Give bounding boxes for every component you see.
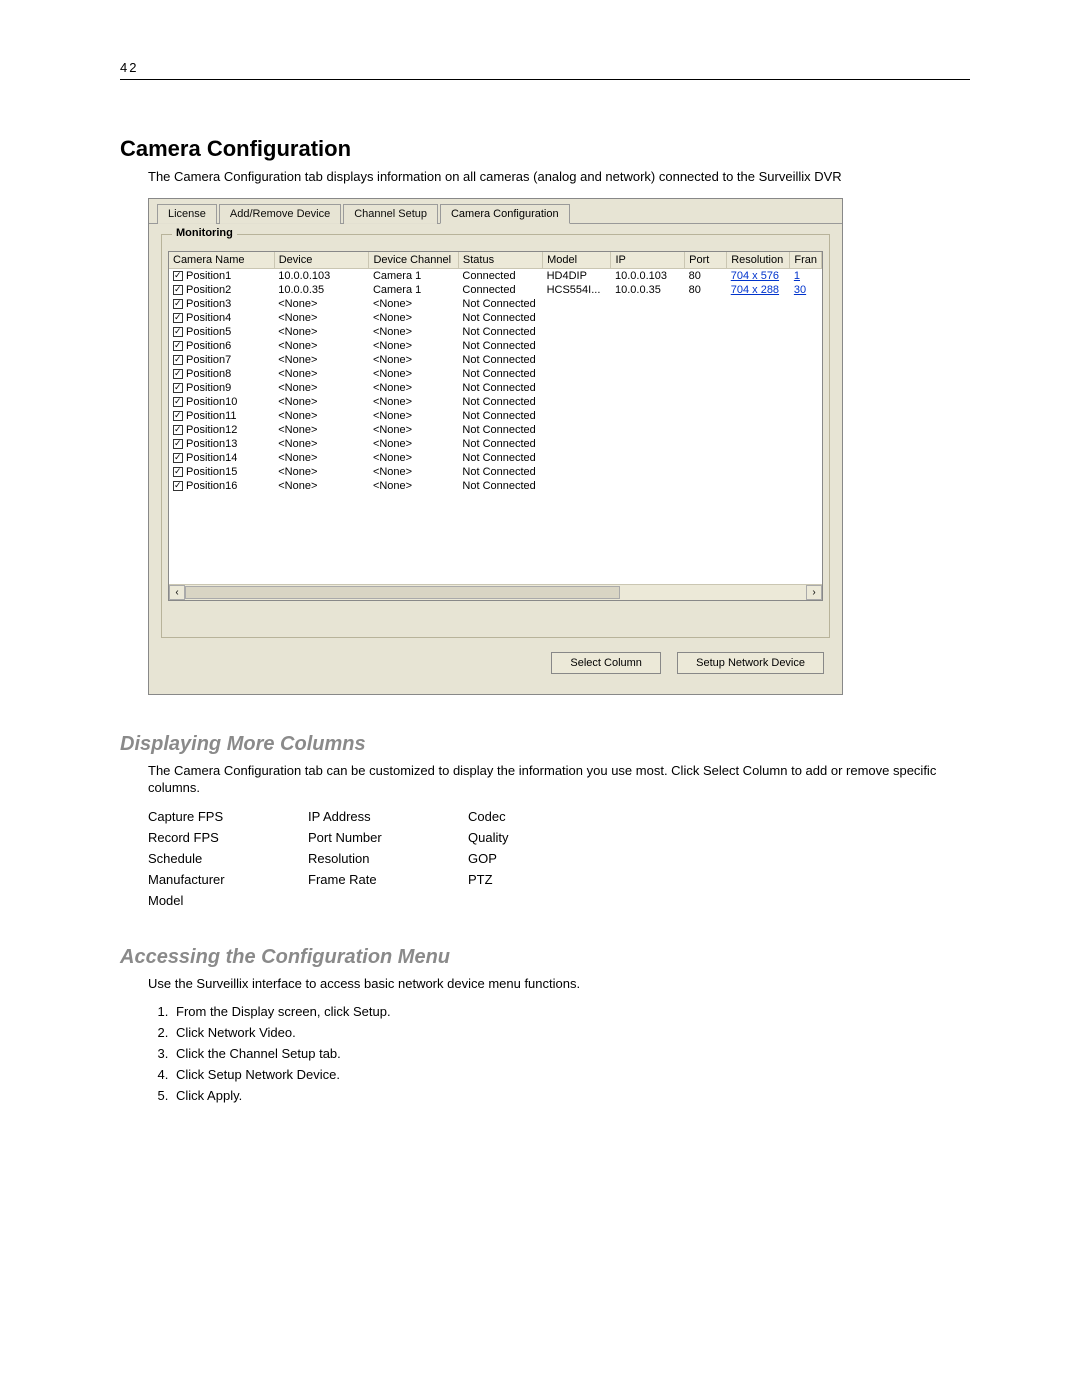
table-row[interactable]: Position15<None><None>Not Connected [169, 465, 822, 479]
column-header[interactable]: Status [458, 252, 542, 269]
row-checkbox-icon[interactable] [173, 341, 183, 351]
column-option: IP Address [308, 809, 468, 824]
column-option: Capture FPS [148, 809, 308, 824]
row-checkbox-icon[interactable] [173, 285, 183, 295]
column-header[interactable]: Fran [790, 252, 822, 269]
table-row[interactable]: Position12<None><None>Not Connected [169, 423, 822, 437]
table-row[interactable]: Position210.0.0.35Camera 1ConnectedHCS55… [169, 283, 822, 297]
row-checkbox-icon[interactable] [173, 327, 183, 337]
column-options-list: Capture FPSIP AddressCodec Record FPSPort… [148, 809, 970, 908]
table-row[interactable]: Position6<None><None>Not Connected [169, 339, 822, 353]
tab-license[interactable]: License [157, 204, 217, 224]
table-row[interactable]: Position8<None><None>Not Connected [169, 367, 822, 381]
steps-list: From the Display screen, click Setup. Cli… [172, 1004, 970, 1103]
row-checkbox-icon[interactable] [173, 481, 183, 491]
row-checkbox-icon[interactable] [173, 299, 183, 309]
column-header[interactable]: Camera Name [169, 252, 274, 269]
scroll-right-icon[interactable]: › [806, 585, 822, 600]
row-checkbox-icon[interactable] [173, 383, 183, 393]
table-row[interactable]: Position14<None><None>Not Connected [169, 451, 822, 465]
step-item: Click Setup Network Device. [172, 1067, 970, 1082]
tab-add-remove-device[interactable]: Add/Remove Device [219, 204, 341, 224]
table-row[interactable]: Position10<None><None>Not Connected [169, 395, 822, 409]
intro-paragraph: The Camera Configuration tab displays in… [148, 168, 970, 186]
column-header[interactable]: Model [543, 252, 611, 269]
step-item: From the Display screen, click Setup. [172, 1004, 970, 1019]
column-option: Record FPS [148, 830, 308, 845]
row-checkbox-icon[interactable] [173, 313, 183, 323]
row-checkbox-icon[interactable] [173, 467, 183, 477]
table-row[interactable]: Position3<None><None>Not Connected [169, 297, 822, 311]
step-item: Click Network Video. [172, 1025, 970, 1040]
column-option: Quality [468, 830, 628, 845]
column-option: PTZ [468, 872, 628, 887]
column-option [468, 893, 628, 908]
monitoring-groupbox: Monitoring Camera NameDeviceDevice Chann… [161, 234, 830, 638]
column-header[interactable]: IP [611, 252, 685, 269]
column-header[interactable]: Device Channel [369, 252, 458, 269]
heading-accessing-config-menu: Accessing the Configuration Menu [120, 946, 970, 969]
step-item: Click Apply. [172, 1088, 970, 1103]
setup-network-device-button[interactable]: Setup Network Device [677, 652, 824, 674]
horizontal-scrollbar[interactable]: ‹ › [169, 584, 822, 600]
scroll-left-icon[interactable]: ‹ [169, 585, 185, 600]
column-option: Manufacturer [148, 872, 308, 887]
access-menu-paragraph: Use the Surveillix interface to access b… [148, 975, 970, 993]
table-row[interactable]: Position16<None><None>Not Connected [169, 479, 822, 493]
heading-camera-configuration: Camera Configuration [120, 136, 970, 162]
column-option: Port Number [308, 830, 468, 845]
step-item: Click the Channel Setup tab. [172, 1046, 970, 1061]
scroll-track[interactable] [185, 585, 806, 600]
column-header[interactable]: Port [685, 252, 727, 269]
column-header[interactable]: Resolution [727, 252, 790, 269]
table-row[interactable]: Position13<None><None>Not Connected [169, 437, 822, 451]
row-checkbox-icon[interactable] [173, 439, 183, 449]
row-checkbox-icon[interactable] [173, 411, 183, 421]
table-row[interactable]: Position7<None><None>Not Connected [169, 353, 822, 367]
table-row[interactable]: Position110.0.0.103Camera 1ConnectedHD4D… [169, 268, 822, 283]
tabstrip: LicenseAdd/Remove DeviceChannel SetupCam… [149, 199, 842, 223]
column-option: GOP [468, 851, 628, 866]
camera-grid[interactable]: Camera NameDeviceDevice ChannelStatusMod… [168, 251, 823, 601]
heading-displaying-more-columns: Displaying More Columns [120, 733, 970, 756]
tab-channel-setup[interactable]: Channel Setup [343, 204, 438, 224]
row-checkbox-icon[interactable] [173, 355, 183, 365]
row-checkbox-icon[interactable] [173, 369, 183, 379]
column-option: Schedule [148, 851, 308, 866]
row-checkbox-icon[interactable] [173, 271, 183, 281]
column-option: Resolution [308, 851, 468, 866]
row-checkbox-icon[interactable] [173, 397, 183, 407]
camera-config-panel: LicenseAdd/Remove DeviceChannel SetupCam… [148, 198, 843, 695]
column-option: Model [148, 893, 308, 908]
column-option: Frame Rate [308, 872, 468, 887]
groupbox-label: Monitoring [172, 227, 237, 239]
table-row[interactable]: Position11<None><None>Not Connected [169, 409, 822, 423]
column-header[interactable]: Device [274, 252, 369, 269]
row-checkbox-icon[interactable] [173, 453, 183, 463]
tab-camera-configuration[interactable]: Camera Configuration [440, 204, 570, 224]
column-option [308, 893, 468, 908]
display-more-paragraph: The Camera Configuration tab can be cust… [148, 762, 970, 797]
select-column-button[interactable]: Select Column [551, 652, 661, 674]
table-row[interactable]: Position9<None><None>Not Connected [169, 381, 822, 395]
column-option: Codec [468, 809, 628, 824]
page-number: 42 [120, 60, 970, 80]
scroll-thumb[interactable] [185, 586, 620, 599]
row-checkbox-icon[interactable] [173, 425, 183, 435]
table-row[interactable]: Position5<None><None>Not Connected [169, 325, 822, 339]
table-row[interactable]: Position4<None><None>Not Connected [169, 311, 822, 325]
